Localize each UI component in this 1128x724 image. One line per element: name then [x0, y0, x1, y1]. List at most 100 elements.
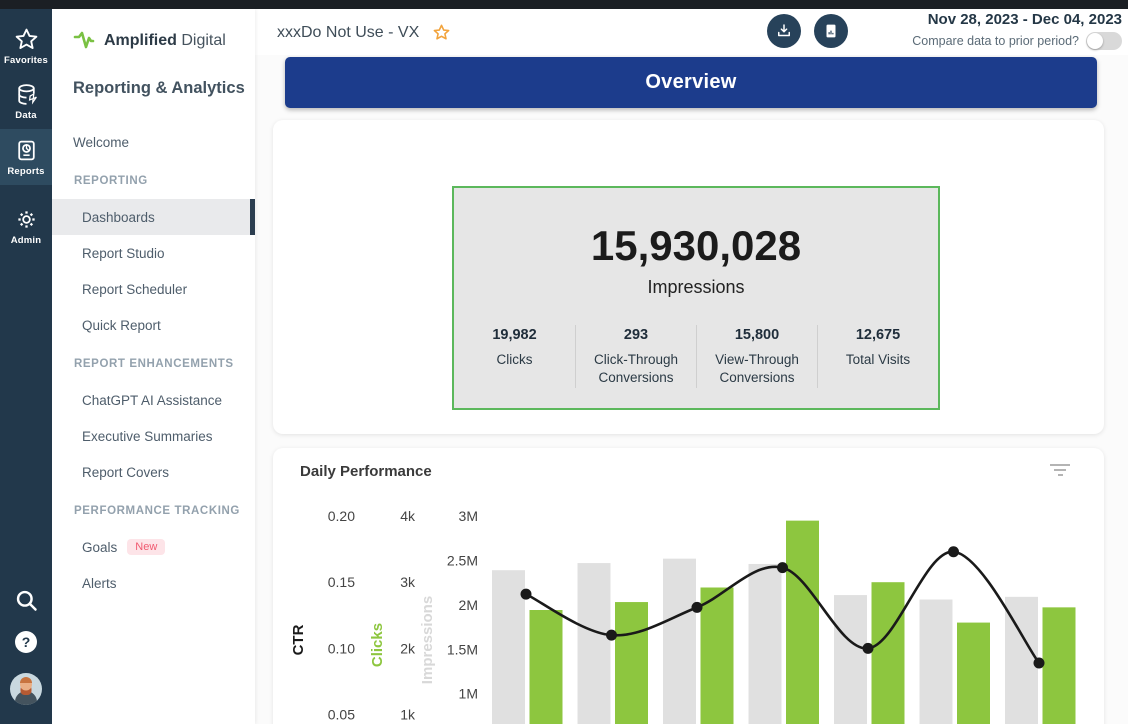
pulse-logo-icon: [73, 29, 99, 53]
sidebar-item-label: Welcome: [73, 135, 129, 150]
sidebar-item-alerts[interactable]: Alerts: [52, 565, 255, 601]
axis-tick: 3k: [400, 574, 416, 590]
primary-metric-label: Impressions: [647, 277, 744, 298]
rail-search[interactable]: [0, 587, 52, 614]
brand-name: Amplified Digital: [104, 32, 226, 50]
secondary-metrics: 19,982 Clicks 293 Click-Through Conversions…: [454, 325, 938, 387]
download-button[interactable]: [767, 14, 801, 48]
sidebar-item-quick-report[interactable]: Quick Report: [52, 307, 255, 343]
sidebar-item-label: ChatGPT AI Assistance: [82, 393, 222, 408]
axis-tick: 0.05: [328, 707, 355, 723]
document-chart-icon: [822, 22, 840, 40]
metric-value: 293: [582, 327, 690, 343]
rail-item-label: Reports: [7, 166, 44, 177]
axis-tick: 4k: [400, 508, 416, 524]
sidebar-title: Reporting & Analytics: [73, 79, 245, 98]
avatar: [9, 672, 43, 706]
rail-item-label: Admin: [11, 235, 42, 246]
overview-banner: Overview: [285, 57, 1097, 108]
axis-tick: 2M: [459, 597, 478, 613]
axis-tick: 1k: [400, 707, 416, 723]
metric-click-through-conversions: 293 Click-Through Conversions: [575, 325, 696, 387]
rail-item-favorites[interactable]: Favorites: [0, 23, 52, 75]
compare-toggle[interactable]: [1086, 32, 1122, 50]
compare-row: Compare data to prior period?: [912, 32, 1122, 50]
rail-help[interactable]: ?: [0, 631, 52, 653]
metric-view-through-conversions: 15,800View-Through Conversions: [696, 325, 817, 387]
axis-tick: 2.5M: [447, 552, 478, 568]
brand-name-bold: Amplified: [104, 32, 177, 49]
metric-label: Clicks: [460, 351, 569, 369]
ctr-point: [777, 562, 788, 573]
metric-value: 19,982: [460, 327, 569, 343]
sidebar: Amplified Digital Reporting & Analytics …: [52, 9, 255, 724]
date-controls: Nov 28, 2023 - Dec 04, 2023 Compare data…: [912, 11, 1122, 50]
impressions-metric-box: 15,930,028 Impressions 19,982 Clicks 293 Cl…: [452, 186, 940, 410]
new-badge: New: [127, 539, 165, 555]
axis-tick: 0.10: [328, 640, 355, 656]
ctr-point: [863, 643, 874, 654]
ctr-point: [521, 589, 532, 600]
sidebar-item-welcome[interactable]: Welcome: [52, 124, 255, 160]
sidebar-item-dashboards[interactable]: Dashboards: [52, 199, 255, 235]
report-document-button[interactable]: [814, 14, 848, 48]
dashboard-title: xxxDo Not Use - VX: [277, 24, 419, 42]
metric-label: Click-Through Conversions: [582, 351, 690, 387]
metric-value: 12,675: [824, 327, 932, 343]
rail-avatar[interactable]: [0, 672, 52, 706]
axis-tick: 0.20: [328, 508, 355, 524]
app-window: Favorites Data Reports Admin ?: [0, 0, 1128, 724]
rail-item-label: Data: [15, 110, 36, 121]
sidebar-item-label: Dashboards: [82, 210, 155, 225]
clicks-bar: [701, 587, 734, 724]
favorite-star-icon[interactable]: [432, 23, 451, 42]
clicks-bar: [786, 521, 819, 724]
sidebar-menu: WelcomeREPORTINGDashboardsReport StudioR…: [52, 124, 255, 601]
window-top-strip: [0, 0, 1128, 9]
sidebar-item-label: Report Studio: [82, 246, 165, 261]
clicks-bar: [872, 582, 905, 724]
search-icon: [13, 587, 40, 614]
date-range[interactable]: Nov 28, 2023 - Dec 04, 2023: [912, 11, 1122, 28]
brand-logo[interactable]: Amplified Digital: [73, 29, 226, 53]
compare-label: Compare data to prior period?: [912, 34, 1079, 48]
clicks-bar: [957, 623, 990, 724]
main-content: Overview 15,930,028 Impressions 19,982 Cl…: [255, 55, 1128, 724]
sidebar-item-label: Report Scheduler: [82, 282, 187, 297]
clicks-bar: [615, 602, 648, 724]
sidebar-item-report-studio[interactable]: Report Studio: [52, 235, 255, 271]
impressions-bar: [578, 563, 611, 724]
sidebar-item-report-scheduler[interactable]: Report Scheduler: [52, 271, 255, 307]
ctr-point: [948, 546, 959, 557]
database-icon: [14, 82, 39, 107]
clicks-bar: [1043, 607, 1076, 724]
help-icon: ?: [15, 631, 37, 653]
sidebar-item-report-covers[interactable]: Report Covers: [52, 454, 255, 490]
sidebar-item-executive-summaries[interactable]: Executive Summaries: [52, 418, 255, 454]
summary-card: 15,930,028 Impressions 19,982 Clicks 293 Cl…: [273, 120, 1104, 434]
axis-tick: 1M: [459, 686, 478, 702]
sidebar-item-label: Executive Summaries: [82, 429, 213, 444]
daily-performance-card: Daily Performance CTR0.200.150.100.05Cli…: [273, 448, 1104, 724]
sidebar-item-label: Alerts: [82, 576, 117, 591]
sidebar-item-label: Report Covers: [82, 465, 169, 480]
impressions-bar: [492, 570, 525, 724]
sidebar-section-header: REPORT ENHANCEMENTS: [52, 346, 255, 382]
rail-item-admin[interactable]: Admin: [0, 203, 52, 255]
metric-value: 15,800: [703, 327, 811, 343]
sidebar-item-label: Quick Report: [82, 318, 161, 333]
rail-item-data[interactable]: Data: [0, 78, 52, 130]
rail-item-reports[interactable]: Reports: [0, 129, 52, 185]
sidebar-section-header: PERFORMANCE TRACKING: [52, 493, 255, 529]
sidebar-item-goals[interactable]: Goals New: [52, 529, 255, 565]
sidebar-item-chatgpt-ai-assistance[interactable]: ChatGPT AI Assistance: [52, 382, 255, 418]
daily-performance-plot: CTR0.200.150.100.05Clicks4k3k2k1kImpress…: [273, 448, 1104, 724]
header-actions: [767, 14, 848, 48]
impressions-bar: [749, 564, 782, 724]
metric-clicks: 19,982 Clicks: [454, 325, 575, 387]
primary-metric-value: 15,930,028: [591, 224, 801, 268]
axis-tick: 0.15: [328, 574, 355, 590]
sidebar-item-label: Goals: [82, 540, 117, 555]
download-icon: [775, 22, 793, 40]
metric-total-visits: 12,675Total Visits: [817, 325, 938, 387]
